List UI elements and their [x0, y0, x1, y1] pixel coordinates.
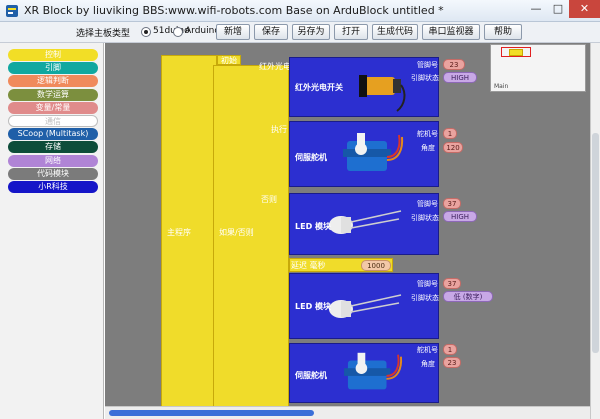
palette-category[interactable]: 引脚: [8, 62, 98, 75]
palette-category[interactable]: 存储: [8, 141, 98, 154]
delay-value[interactable]: 1000: [361, 260, 391, 271]
horizontal-scrollbar[interactable]: [105, 406, 590, 419]
open-button[interactable]: 打开: [334, 24, 368, 40]
led-2-pin-value[interactable]: 37: [443, 278, 461, 289]
palette-category[interactable]: SCoop (Multitask): [8, 128, 98, 141]
servo-icon: [343, 133, 404, 171]
ir-state-value[interactable]: HIGH: [443, 72, 477, 83]
save-button[interactable]: 保存: [254, 24, 288, 40]
servo-2-id-label: 舵机号: [417, 346, 438, 354]
save-as-button[interactable]: 另存为: [292, 24, 330, 40]
palette-category[interactable]: 代码模块: [8, 167, 98, 180]
palette-category[interactable]: 控制: [8, 49, 98, 61]
board-radio-arduino[interactable]: [173, 27, 183, 37]
led-1-state-value[interactable]: HIGH: [443, 211, 477, 222]
main-program-label: 主程序: [167, 228, 191, 237]
delay-label: 延迟 毫秒: [291, 261, 326, 270]
led-1-pin-label: 管脚号: [417, 200, 438, 208]
workspace-minimap[interactable]: Main: [490, 44, 586, 92]
servo-1-id-label: 舵机号: [417, 130, 438, 138]
serial-monitor-button[interactable]: 串口监视器: [422, 24, 480, 40]
minimize-button[interactable]: —: [525, 0, 547, 18]
window-title: XR Block by liuviking BBS:www.wifi-robot…: [24, 4, 444, 17]
window-titlebar: XR Block by liuviking BBS:www.wifi-robot…: [0, 0, 600, 22]
palette-category[interactable]: 通信: [8, 115, 98, 127]
ir-sensor-title: 红外光电开关: [295, 83, 343, 92]
close-button[interactable]: ✕: [569, 0, 600, 18]
generate-code-button[interactable]: 生成代码: [372, 24, 418, 40]
servo-2-title: 伺服舵机: [295, 371, 327, 380]
ir-sensor-icon: [359, 75, 406, 112]
led-icon: [329, 294, 402, 318]
servo-1-angle-label: 角度: [421, 144, 435, 152]
led-1-state-label: 引脚状态: [411, 214, 439, 222]
toolbar: 选择主板类型 51duino Arduino 新增 保存 另存为 打开 生成代码…: [0, 22, 600, 43]
led-1-pin-value[interactable]: 37: [443, 198, 461, 209]
servo-1-id-value[interactable]: 1: [443, 128, 457, 139]
new-button[interactable]: 新增: [216, 24, 250, 40]
board-radio-arduino-label: Arduino: [185, 26, 220, 36]
led-2-pin-label: 管脚号: [417, 280, 438, 288]
app-icon: [6, 5, 18, 17]
servo-2-id-value[interactable]: 1: [443, 344, 457, 355]
ir-pin-value[interactable]: 23: [443, 59, 465, 70]
do-label: 执行: [271, 125, 287, 134]
board-type-label: 选择主板类型: [76, 29, 131, 39]
led-1-title: LED 模块: [295, 222, 331, 231]
vertical-scroll-thumb[interactable]: [592, 133, 599, 353]
servo-1-title: 伺服舵机: [295, 153, 327, 162]
ir-state-label: 引脚状态: [411, 74, 439, 82]
servo-2-angle-label: 角度: [421, 360, 435, 368]
maximize-button[interactable]: □: [547, 0, 569, 18]
palette-category[interactable]: 小R科技: [8, 181, 98, 193]
servo-2-angle-value[interactable]: 23: [443, 357, 461, 368]
palette-category[interactable]: 网络: [8, 154, 98, 167]
ir-pin-label: 管脚号: [417, 61, 438, 69]
vertical-scrollbar[interactable]: [590, 43, 600, 419]
if-else-label: 如果/否则: [219, 228, 254, 237]
palette-category[interactable]: 变量/常量: [8, 101, 98, 114]
block-palette: 控制 引脚 逻辑判断 数学运算 变量/常量 通信 SCoop (Multitask) 存储 网络…: [0, 43, 104, 419]
horizontal-scroll-thumb[interactable]: [109, 410, 314, 416]
palette-category[interactable]: 数学运算: [8, 88, 98, 101]
else-label: 否则: [261, 195, 277, 204]
servo-icon: [344, 352, 403, 390]
block-workspace[interactable]: 初始 主程序 如果/否则 红外光电开关 执行 否则 红外光电开关 管脚号 引脚状…: [105, 43, 595, 413]
help-button[interactable]: 帮助: [484, 24, 522, 40]
led-2-state-label: 引脚状态: [411, 294, 439, 302]
led-icon: [329, 210, 402, 234]
led-2-state-value[interactable]: 低 (数字): [443, 291, 493, 302]
led-2-title: LED 模块: [295, 302, 331, 311]
minimap-label: Main: [494, 83, 509, 90]
board-radio-51duino[interactable]: [141, 27, 151, 37]
palette-category[interactable]: 逻辑判断: [8, 75, 98, 88]
servo-1-angle-value[interactable]: 120: [443, 142, 463, 153]
minimap-block-preview: [509, 49, 523, 56]
